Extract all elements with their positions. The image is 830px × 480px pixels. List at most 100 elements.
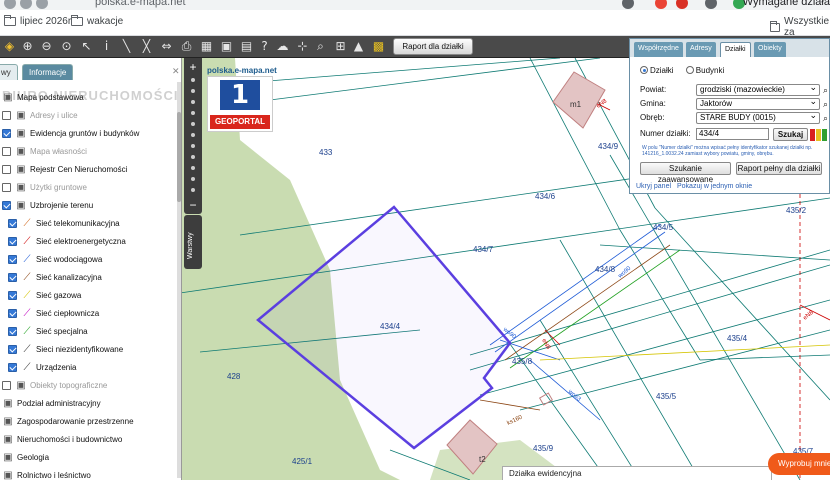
layer-checkbox[interactable] xyxy=(2,165,11,174)
tab-obiekty[interactable]: Obiekty xyxy=(754,42,786,57)
zoom-level-dot[interactable] xyxy=(191,133,195,137)
zoom-in-button[interactable]: + xyxy=(184,60,202,74)
reload-icon[interactable] xyxy=(36,0,48,9)
zoom-level-dot[interactable] xyxy=(191,155,195,159)
one-window-link[interactable]: Pokazuj w jednym oknie xyxy=(677,183,752,190)
layer-item[interactable]: ⟋ Sieć elektroenergetyczna xyxy=(0,234,181,250)
scrollbar-thumb[interactable] xyxy=(177,112,181,202)
browser-cta[interactable]: Wymagane działa xyxy=(743,0,830,8)
tab-wspolrzedne[interactable]: Współrzędne xyxy=(634,42,683,57)
layers-icon[interactable]: ◈ xyxy=(2,39,17,54)
tab-informacje[interactable]: Informacje xyxy=(22,64,74,80)
zoom-level-dot[interactable] xyxy=(191,144,195,148)
layer-item[interactable]: ⟋ Sieć gazowa xyxy=(0,288,181,304)
layer-item[interactable]: ▣ Mapa podstawowa xyxy=(0,90,181,106)
tab-adresy[interactable]: Adresy xyxy=(686,42,716,57)
triangle-icon[interactable]: ▲ xyxy=(351,39,366,54)
print-icon[interactable]: ⎙ xyxy=(179,39,194,54)
zoom-in-icon[interactable]: ⊕ xyxy=(20,39,35,54)
profile-icon[interactable] xyxy=(705,0,717,9)
cloud-icon[interactable]: ☁ xyxy=(275,39,290,54)
search-icon[interactable]: ⌕ xyxy=(823,86,830,95)
tab-warstwy[interactable]: wy xyxy=(0,64,18,80)
zoom-level-dot[interactable] xyxy=(191,111,195,115)
layer-item[interactable]: ⟋ Sieć telekomunikacyjna xyxy=(0,216,181,232)
cart-icon[interactable]: ⊞ xyxy=(333,39,348,54)
advanced-search-button[interactable]: Szukanie zaawansowane xyxy=(640,162,731,184)
layer-item[interactable]: ▣ Ewidencja gruntów i budynków xyxy=(0,126,181,142)
layer-item[interactable]: ▣ Mapa własności xyxy=(0,144,181,160)
pointer-icon[interactable]: ↖ xyxy=(79,39,94,54)
numer-input[interactable]: 434/4 xyxy=(696,128,769,140)
layer-item[interactable]: ▣ Rolnictwo i leśnictwo xyxy=(0,468,181,480)
layer-item[interactable]: ▣ Nieruchomości i budownictwo xyxy=(0,432,181,448)
layer-item[interactable]: ▣ Zagospodarowanie przestrzenne xyxy=(0,414,181,430)
search-icon[interactable]: ⌕ xyxy=(313,39,328,54)
hide-panel-link[interactable]: Ukryj panel xyxy=(636,183,671,190)
url-text[interactable]: polska.e-mapa.net xyxy=(95,0,186,8)
layer-checkbox[interactable] xyxy=(2,381,11,390)
forward-icon[interactable] xyxy=(20,0,32,9)
layout-icon[interactable]: ▦ xyxy=(199,39,214,54)
zoom-level-dot[interactable] xyxy=(191,122,195,126)
layer-checkbox[interactable] xyxy=(8,255,17,264)
search-icon[interactable]: ⌕ xyxy=(823,100,830,109)
zoom-out-button[interactable]: − xyxy=(184,198,202,212)
layer-checkbox[interactable] xyxy=(8,237,17,246)
extension-icon[interactable] xyxy=(655,0,667,9)
star-icon[interactable] xyxy=(622,0,634,9)
layer-item[interactable]: ⟋ Sieci niezidentyfikowane xyxy=(0,342,181,358)
layer-item[interactable]: ▣ Uzbrojenie terenu xyxy=(0,198,181,214)
zoom-level-dot[interactable] xyxy=(191,166,195,170)
pan-icon[interactable]: ⇔ xyxy=(159,39,174,54)
zoom-level-dot[interactable] xyxy=(191,188,195,192)
bookmark-folder[interactable]: wakacje xyxy=(71,15,123,27)
layer-item[interactable]: ▣ Adresy i ulice xyxy=(0,108,181,124)
close-icon[interactable]: ✕ xyxy=(172,66,180,77)
zoom-extent-icon[interactable]: ⊙ xyxy=(59,39,74,54)
layer-checkbox[interactable] xyxy=(2,147,11,156)
radio-button[interactable] xyxy=(685,66,694,74)
tab-dzialki[interactable]: Działki xyxy=(720,42,751,57)
warstwy-toggle[interactable]: Warstwy xyxy=(184,215,202,269)
layer-item[interactable]: ▣ Użytki gruntowe xyxy=(0,180,181,196)
measure-area-icon[interactable]: ╳ xyxy=(139,39,154,54)
zoom-level-dot[interactable] xyxy=(191,177,195,181)
new-badge-icon[interactable] xyxy=(676,0,688,9)
zoom-level-dot[interactable] xyxy=(191,100,195,104)
layer-item[interactable]: ▣ Rejestr Cen Nieruchomości xyxy=(0,162,181,178)
geoportal-logo[interactable]: 1 GEOPORTAL xyxy=(207,76,273,132)
layer-item[interactable]: ▣ Podział administracyjny xyxy=(0,396,181,412)
layer-item[interactable]: ⟋ Sieć wodociągowa xyxy=(0,252,181,268)
powiat-select[interactable]: grodziski (mazowieckie) xyxy=(696,82,820,96)
scrollbar[interactable] xyxy=(177,82,181,478)
layer-checkbox[interactable] xyxy=(8,309,17,318)
measure-icon[interactable]: ⊹ xyxy=(295,39,310,54)
layer-checkbox[interactable] xyxy=(8,363,17,372)
search-icon[interactable]: ⌕ xyxy=(823,114,830,123)
gmina-select[interactable]: Jaktorów xyxy=(696,96,820,110)
zoom-out-icon[interactable]: ⊖ xyxy=(39,39,54,54)
obreb-select[interactable]: STARE BUDY (0015) xyxy=(696,110,820,124)
layer-checkbox[interactable] xyxy=(8,291,17,300)
radio-budynki[interactable]: Budynki xyxy=(685,66,724,75)
layer-checkbox[interactable] xyxy=(2,201,11,210)
grid-icon[interactable]: ▩ xyxy=(371,39,386,54)
zoom-level-dot[interactable] xyxy=(191,78,195,82)
layer-item[interactable]: ⟋ Urządzenia xyxy=(0,360,181,376)
full-report-button[interactable]: Raport pełny dla działki xyxy=(736,162,822,175)
back-icon[interactable] xyxy=(4,0,16,9)
camera-icon[interactable]: ▤ xyxy=(239,39,254,54)
layer-item[interactable]: ⟋ Sieć kanalizacyjna xyxy=(0,270,181,286)
bus-icon[interactable]: ▣ xyxy=(219,39,234,54)
all-bookmarks[interactable]: Wszystkie za xyxy=(770,16,830,38)
zoom-level-dot[interactable] xyxy=(191,89,195,93)
szukaj-button[interactable]: Szukaj xyxy=(773,128,808,141)
layer-checkbox[interactable] xyxy=(2,111,11,120)
layer-checkbox[interactable] xyxy=(2,183,11,192)
layer-checkbox[interactable] xyxy=(8,273,17,282)
layer-checkbox[interactable] xyxy=(8,327,17,336)
info-icon[interactable]: ⅰ xyxy=(99,39,114,54)
measure-line-icon[interactable]: ╲ xyxy=(119,39,134,54)
radio-dzialki[interactable]: Działki xyxy=(640,66,674,75)
